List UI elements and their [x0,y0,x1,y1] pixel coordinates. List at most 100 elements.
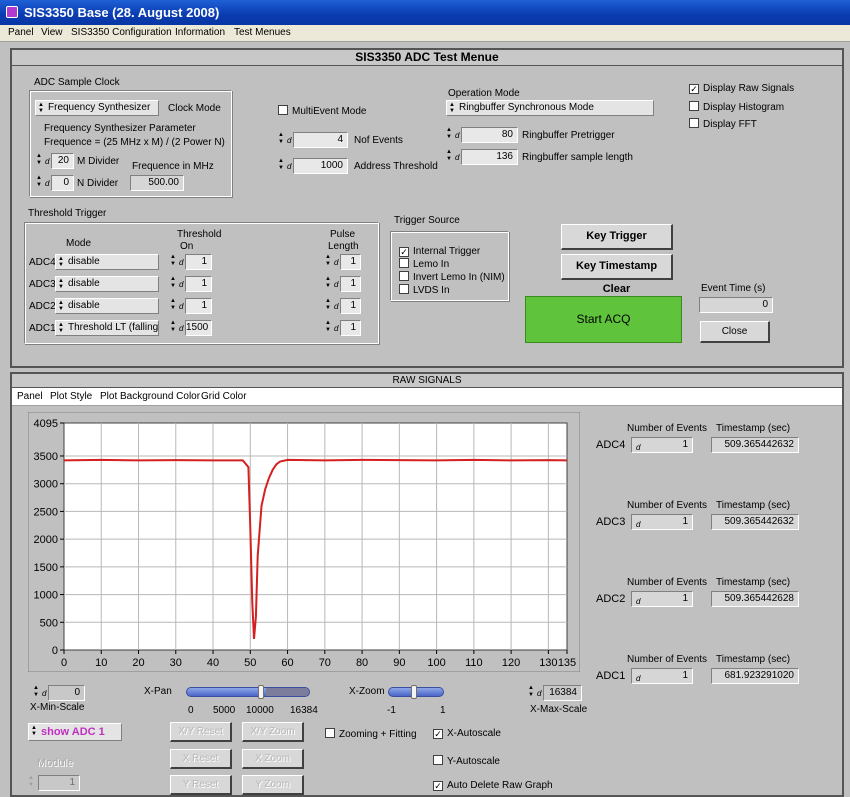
spin-arrows-icon[interactable]: ▲ ▼ [28,775,36,791]
x-zoom-button[interactable]: X Zoom [242,749,304,769]
checkbox-box[interactable] [689,118,699,128]
checkbox-box[interactable]: ✓ [433,781,443,791]
threshold-mode-ring[interactable]: ▲ ▼ disable [55,298,159,314]
pulse-length-numeric[interactable]: ▲ ▼ d 1 [325,320,361,336]
menu-view[interactable]: View [41,27,63,38]
x-autoscale-checkbox[interactable]: ✓ X-Autoscale [433,728,501,740]
x-max-numeric[interactable]: ▲ ▼ d 16384 [528,685,582,701]
checkbox-box[interactable] [689,101,699,111]
nof-events-numeric[interactable]: ▲ ▼ d 4 [278,132,348,148]
n-divider-value[interactable]: 0 [51,175,74,191]
auto-delete-checkbox[interactable]: ✓ Auto Delete Raw Graph [433,780,553,792]
raw-menu-plot-bg-color[interactable]: Plot Background Color [100,391,200,402]
raw-menu-plot-style[interactable]: Plot Style [50,391,92,402]
invert-lemo-checkbox[interactable]: Invert Lemo In (NIM) [399,271,505,283]
address-threshold-value[interactable]: 1000 [293,158,348,174]
display-fft-checkbox[interactable]: Display FFT [689,118,757,130]
threshold-on-value[interactable]: 1 [185,298,212,314]
module-value[interactable]: 1 [38,775,80,791]
y-zoom-button[interactable]: Y Zoom [242,775,304,795]
spin-arrows-icon[interactable]: ▲ ▼ [325,320,333,336]
multievent-checkbox[interactable]: MultiEvent Mode [278,105,366,117]
internal-trigger-checkbox[interactable]: ✓ Internal Trigger [399,246,480,258]
address-threshold-numeric[interactable]: ▲ ▼ d 1000 [278,158,348,174]
spin-arrows-icon[interactable]: ▲ ▼ [33,685,41,701]
nof-events-value[interactable]: 4 [293,132,348,148]
xy-reset-button[interactable]: X/Y Reset [170,722,232,742]
pulse-length-value[interactable]: 1 [340,320,361,336]
show-adc-ring[interactable]: ▲ ▼ show ADC 1 [28,723,122,741]
sample-length-numeric[interactable]: ▲ ▼ d 136 [446,149,518,165]
n-divider-numeric[interactable]: ▲ ▼ d 0 [36,175,74,191]
spin-arrows-icon[interactable]: ▲ ▼ [170,298,178,314]
lemo-in-checkbox[interactable]: Lemo In [399,258,449,270]
x-pan-thumb[interactable] [257,685,264,699]
key-trigger-button[interactable]: Key Trigger [561,224,673,250]
threshold-on-numeric[interactable]: ▲ ▼ d 1 [170,298,212,314]
menu-sis3350-configuration[interactable]: SIS3350 Configuration [71,27,172,38]
pulse-length-numeric[interactable]: ▲ ▼ d 1 [325,298,361,314]
raw-menu-panel[interactable]: Panel [17,391,43,402]
pretrigger-numeric[interactable]: ▲ ▼ d 80 [446,127,518,143]
threshold-on-numeric[interactable]: ▲ ▼ d 1 [170,276,212,292]
spin-arrows-icon[interactable]: ▲ ▼ [170,276,178,292]
threshold-on-value[interactable]: 1 [185,276,212,292]
checkbox-box[interactable] [399,271,409,281]
spin-arrows-icon[interactable]: ▲ ▼ [528,685,536,701]
x-zoom-slider[interactable] [388,685,444,699]
display-raw-signals-checkbox[interactable]: ✓ Display Raw Signals [689,83,794,95]
x-min-value[interactable]: 0 [48,685,85,701]
display-histogram-checkbox[interactable]: Display Histogram [689,101,784,113]
m-divider-numeric[interactable]: ▲ ▼ d 20 [36,153,74,169]
checkbox-box[interactable] [278,105,288,115]
close-button[interactable]: Close [700,321,770,343]
spin-arrows-icon[interactable]: ▲ ▼ [278,158,286,174]
pulse-length-value[interactable]: 1 [340,298,361,314]
menu-panel[interactable]: Panel [8,27,34,38]
spin-arrows-icon[interactable]: ▲ ▼ [446,149,454,165]
menu-information[interactable]: Information [175,27,225,38]
module-numeric[interactable]: ▲ ▼ 1 [28,775,80,791]
x-min-numeric[interactable]: ▲ ▼ d 0 [33,685,85,701]
xy-zoom-button[interactable]: X/Y Zoom [242,722,304,742]
spin-arrows-icon[interactable]: ▲ ▼ [36,175,44,191]
spin-arrows-icon[interactable]: ▲ ▼ [36,153,44,169]
threshold-mode-ring[interactable]: ▲ ▼ disable [55,276,159,292]
start-acq-button[interactable]: Start ACQ [525,296,682,343]
sample-length-value[interactable]: 136 [461,149,518,165]
x-max-value[interactable]: 16384 [543,685,582,701]
checkbox-box[interactable]: ✓ [689,84,699,94]
checkbox-box[interactable] [399,258,409,268]
threshold-on-numeric[interactable]: ▲ ▼ d 1 [170,254,212,270]
y-autoscale-checkbox[interactable]: Y-Autoscale [433,755,500,767]
key-timestamp-clear-button[interactable]: Key Timestamp Clear [561,254,673,295]
x-reset-button[interactable]: X Reset [170,749,232,769]
y-reset-button[interactable]: Y Reset [170,775,232,795]
spin-arrows-icon[interactable]: ▲ ▼ [278,132,286,148]
checkbox-box[interactable] [325,728,335,738]
m-divider-value[interactable]: 20 [51,153,74,169]
spin-arrows-icon[interactable]: ▲ ▼ [170,254,178,270]
checkbox-box[interactable]: ✓ [399,247,409,257]
threshold-mode-ring[interactable]: ▲ ▼ Threshold LT (falling) [55,320,159,336]
spin-arrows-icon[interactable]: ▲ ▼ [325,298,333,314]
checkbox-box[interactable] [399,284,409,294]
threshold-on-value[interactable]: 1 [185,254,212,270]
pulse-length-numeric[interactable]: ▲ ▼ d 1 [325,254,361,270]
raw-signal-graph[interactable]: 0 10 20 30 40 50 60 70 80 90 100 110 120 130 135 0 500 10… [28,412,580,672]
checkbox-box[interactable] [433,755,443,765]
pulse-length-value[interactable]: 1 [340,276,361,292]
x-pan-slider[interactable] [186,685,310,699]
spin-arrows-icon[interactable]: ▲ ▼ [325,276,333,292]
menu-test-menues[interactable]: Test Menues [234,27,291,38]
threshold-on-value[interactable]: 1500 [185,320,212,336]
pulse-length-numeric[interactable]: ▲ ▼ d 1 [325,276,361,292]
spin-arrows-icon[interactable]: ▲ ▼ [170,320,178,336]
checkbox-box[interactable]: ✓ [433,729,443,739]
spin-arrows-icon[interactable]: ▲ ▼ [325,254,333,270]
pulse-length-value[interactable]: 1 [340,254,361,270]
threshold-mode-ring[interactable]: ▲ ▼ disable [55,254,159,270]
threshold-on-numeric[interactable]: ▲ ▼ d 1500 [170,320,212,336]
spin-arrows-icon[interactable]: ▲ ▼ [446,127,454,143]
raw-menu-grid-color[interactable]: Grid Color [201,391,247,402]
